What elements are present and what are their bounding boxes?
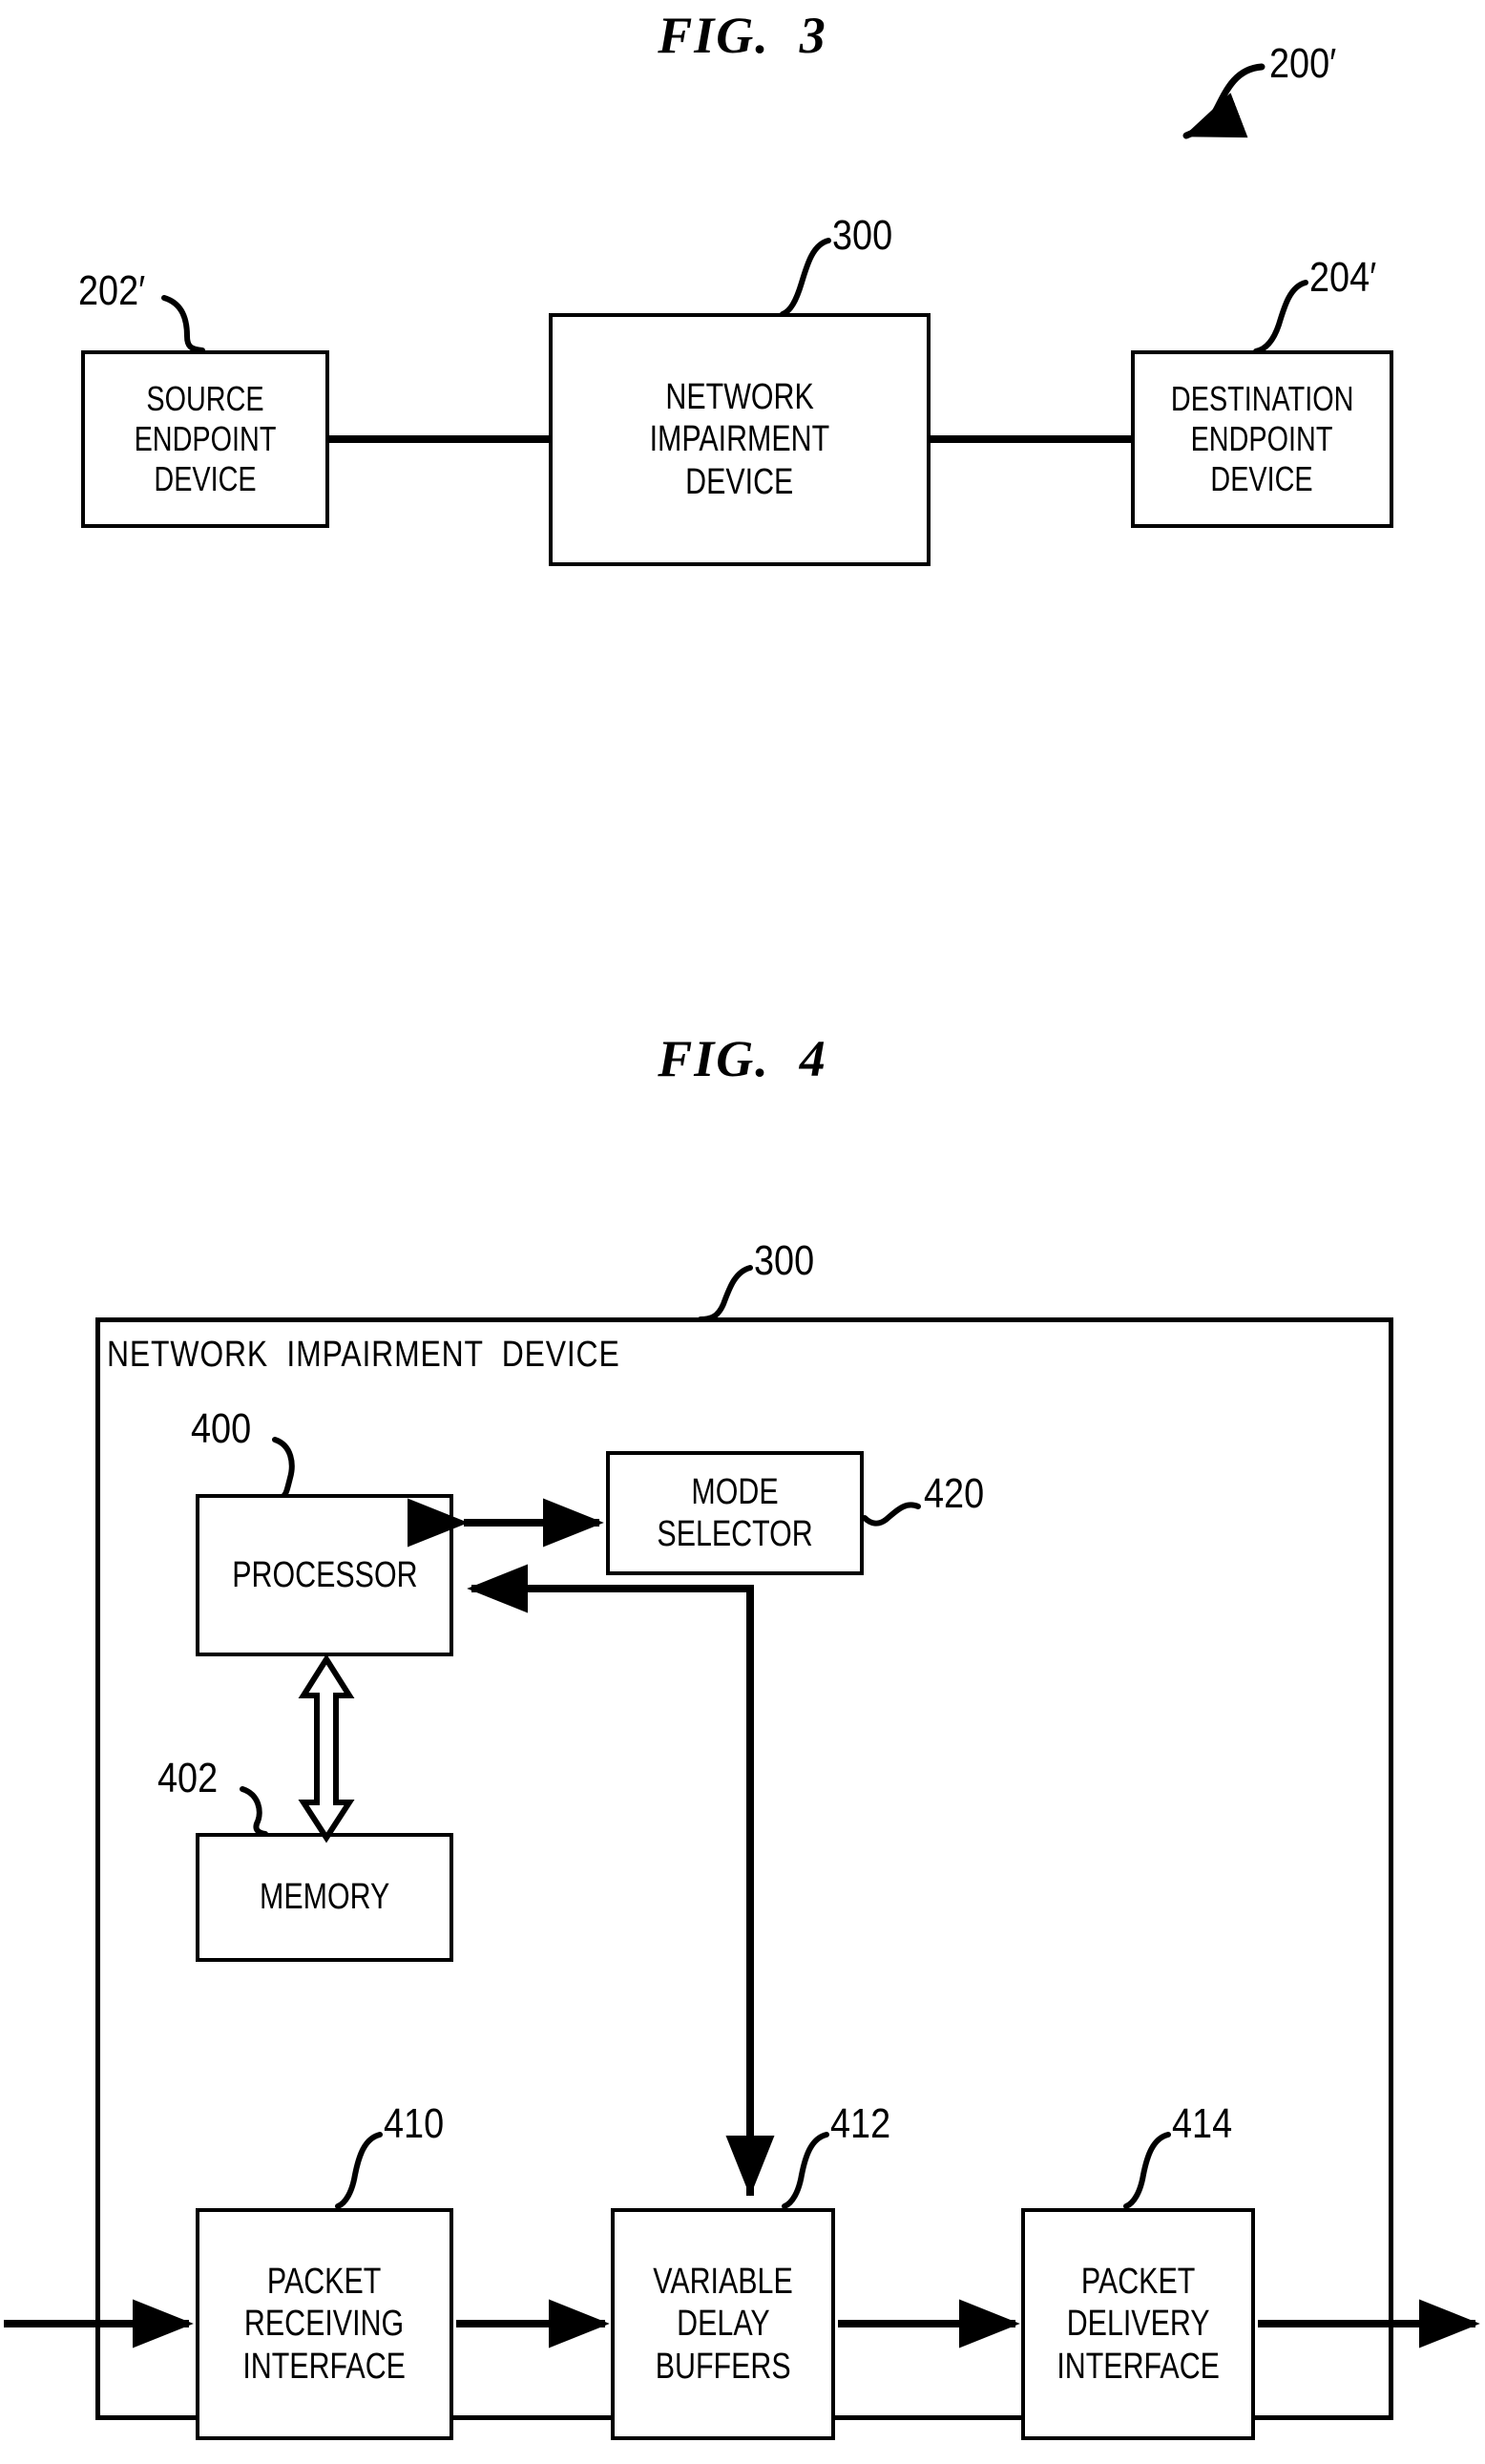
memory-label: MEMORY	[259, 1877, 390, 1918]
mode-selector-line-2: SELECTOR	[657, 1514, 813, 1554]
figure-3-title: FIG. 3	[658, 7, 827, 64]
reference-numeral-200-prime: 200′	[1269, 40, 1337, 87]
packet-delivery-line-3: INTERFACE	[1056, 2346, 1220, 2387]
patent-drawing-sheet: FIG. 3 200′ 202′ 300 204′ SOURCE ENDPOIN…	[0, 0, 1485, 2464]
processor-label: PROCESSOR	[231, 1554, 418, 1595]
mode-selector-block: MODE SELECTOR	[606, 1451, 864, 1575]
leader-202-prime	[161, 295, 205, 353]
leader-300-fig4	[698, 1265, 753, 1322]
packet-receiving-line-1: PACKET	[267, 2262, 382, 2303]
destination-endpoint-device-block: DESTINATION ENDPOINT DEVICE	[1131, 350, 1393, 528]
link-source-to-impairment	[329, 435, 549, 443]
network-impairment-device-label: NETWORK IMPAIRMENT DEVICE	[107, 1335, 620, 1375]
packet-receiving-line-2: RECEIVING	[244, 2304, 405, 2345]
leader-300-fig3	[780, 238, 831, 317]
reference-numeral-202-prime: 202′	[78, 267, 146, 314]
reference-numeral-410: 410	[384, 2100, 445, 2147]
reference-numeral-204-prime: 204′	[1309, 254, 1377, 301]
source-endpoint-device-block: SOURCE ENDPOINT DEVICE	[81, 350, 329, 528]
leader-204-prime	[1253, 280, 1308, 354]
reference-numeral-420: 420	[924, 1470, 985, 1517]
packet-receiving-interface-block: PACKET RECEIVING INTERFACE	[196, 2208, 453, 2440]
destination-line-1: DESTINATION	[1170, 379, 1354, 419]
reference-numeral-414: 414	[1172, 2100, 1233, 2147]
destination-line-2: ENDPOINT	[1191, 419, 1333, 459]
mode-selector-line-1: MODE	[691, 1471, 779, 1512]
reference-numeral-400: 400	[191, 1405, 252, 1452]
destination-line-3: DEVICE	[1210, 458, 1314, 498]
impairment-line-1: NETWORK	[665, 377, 814, 418]
reference-numeral-402: 402	[157, 1755, 219, 1801]
variable-delay-line-2: DELAY	[676, 2304, 770, 2345]
packet-delivery-line-2: DELIVERY	[1066, 2304, 1210, 2345]
packet-delivery-line-1: PACKET	[1080, 2262, 1196, 2303]
variable-delay-buffers-block: VARIABLE DELAY BUFFERS	[611, 2208, 835, 2440]
figure-4-title: FIG. 4	[658, 1030, 827, 1087]
packet-delivery-interface-block: PACKET DELIVERY INTERFACE	[1021, 2208, 1255, 2440]
reference-numeral-412: 412	[830, 2100, 891, 2147]
processor-block: PROCESSOR	[196, 1494, 453, 1656]
packet-receiving-line-3: INTERFACE	[242, 2346, 407, 2387]
variable-delay-line-1: VARIABLE	[653, 2262, 793, 2303]
network-impairment-device-block: NETWORK IMPAIRMENT DEVICE	[549, 313, 931, 566]
source-line-3: DEVICE	[154, 458, 257, 498]
source-line-2: ENDPOINT	[134, 419, 277, 459]
reference-numeral-300-fig3: 300	[832, 212, 893, 259]
source-line-1: SOURCE	[146, 379, 264, 419]
reference-numeral-300-fig4: 300	[754, 1237, 815, 1284]
link-impairment-to-destination	[931, 435, 1131, 443]
memory-block: MEMORY	[196, 1833, 453, 1962]
leader-200-prime-arrow	[1182, 63, 1265, 139]
impairment-line-2: IMPAIRMENT	[649, 419, 830, 460]
impairment-line-3: DEVICE	[685, 461, 794, 502]
variable-delay-line-3: BUFFERS	[655, 2346, 791, 2387]
